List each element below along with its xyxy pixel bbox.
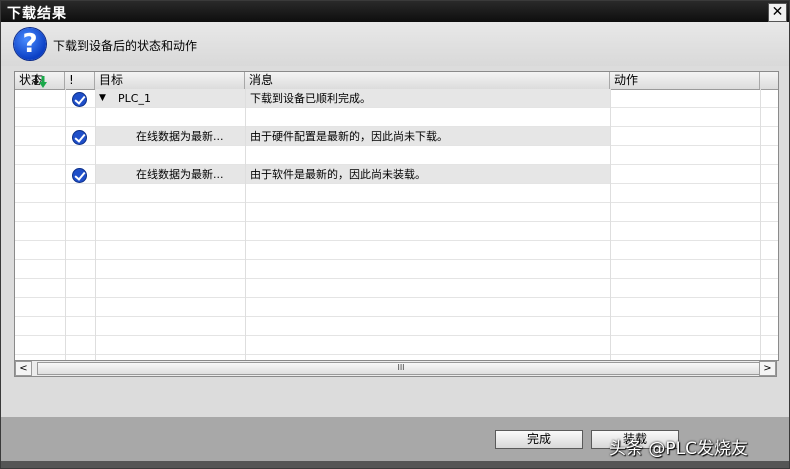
- table-row: [15, 298, 778, 317]
- table-row: [15, 203, 778, 222]
- question-icon: ?: [14, 28, 46, 60]
- row-target: 在线数据为最新...: [136, 130, 224, 143]
- table-row: [15, 260, 778, 279]
- row-target: PLC_1: [118, 92, 151, 105]
- horizontal-scrollbar[interactable]: < III >: [14, 360, 777, 377]
- col-header-mark[interactable]: !: [65, 72, 95, 89]
- download-results-dialog: 下载结果 ✕ ? 下载到设备后的状态和动作 状态 ! 目标 消息 动作 ▼ PL…: [0, 0, 790, 469]
- table-row: [15, 279, 778, 298]
- row-message: 下载到设备已顺利完成。: [250, 92, 371, 105]
- row-message: 由于软件是最新的，因此尚未装载。: [250, 168, 426, 181]
- window-title: 下载结果: [7, 6, 67, 22]
- scroll-thumb[interactable]: III: [37, 362, 765, 375]
- column-divider: [610, 89, 611, 360]
- table-row: [15, 184, 778, 203]
- scroll-right-button[interactable]: >: [759, 361, 776, 376]
- table-row: [15, 336, 778, 355]
- column-divider: [245, 89, 246, 360]
- success-check-icon: [72, 130, 87, 145]
- success-check-icon: [72, 92, 87, 107]
- results-table: 状态 ! 目标 消息 动作 ▼ PLC_1 下载到设备已顺利完成。 在线数据为最…: [14, 71, 779, 361]
- table-header: 状态 ! 目标 消息 动作: [15, 72, 778, 90]
- col-header-message[interactable]: 消息: [245, 72, 610, 89]
- finish-button[interactable]: 完成: [495, 430, 583, 449]
- prompt-text: 下载到设备后的状态和动作: [53, 39, 198, 53]
- close-button[interactable]: ✕: [768, 3, 787, 22]
- row-message: 由于硬件配置是最新的，因此尚未下载。: [250, 130, 448, 143]
- expand-collapse-icon[interactable]: ▼: [99, 89, 106, 108]
- watermark-text: 头条 @PLC发烧友: [609, 439, 748, 459]
- table-row: [15, 146, 778, 165]
- header-band: ? 下载到设备后的状态和动作: [1, 22, 789, 66]
- col-header-target[interactable]: 目标: [95, 72, 245, 89]
- title-bar: 下载结果 ✕: [1, 1, 789, 22]
- column-divider: [65, 89, 66, 360]
- column-divider: [760, 89, 761, 360]
- bottom-edge: [1, 461, 789, 468]
- table-row: [15, 108, 778, 127]
- success-check-icon: [72, 168, 87, 183]
- download-arrows-icon: [33, 75, 47, 88]
- table-row: [15, 241, 778, 260]
- col-header-action[interactable]: 动作: [610, 72, 760, 89]
- table-row: [15, 222, 778, 241]
- table-row: [15, 317, 778, 336]
- col-header-filler: [760, 72, 778, 89]
- column-divider: [95, 89, 96, 360]
- row-target: 在线数据为最新...: [136, 168, 224, 181]
- scroll-left-button[interactable]: <: [15, 361, 32, 376]
